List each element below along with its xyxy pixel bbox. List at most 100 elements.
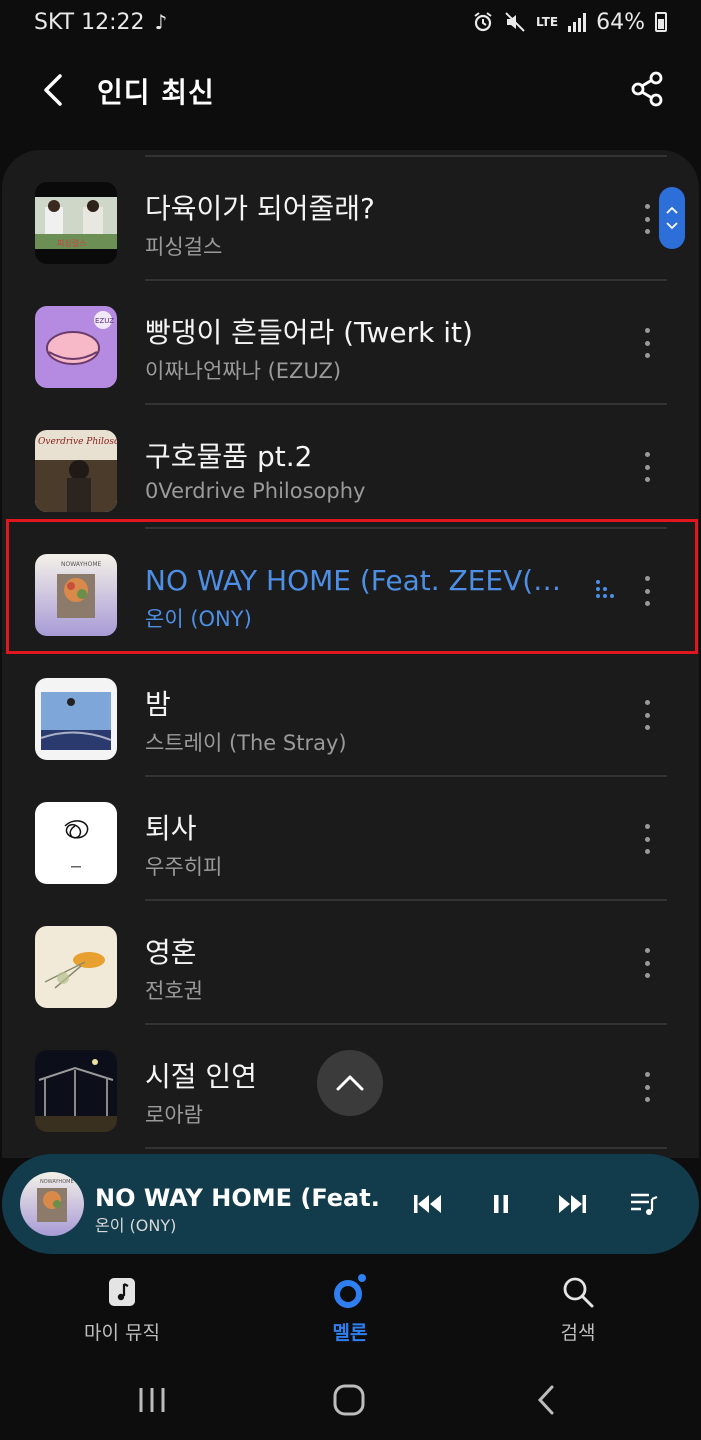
song-title: 다육이가 되어줄래?: [145, 192, 375, 225]
status-right: LTE 64%: [472, 10, 667, 35]
tab-my-music[interactable]: 마이 뮤직: [52, 1272, 192, 1352]
system-back-button[interactable]: [526, 1380, 566, 1420]
mini-player[interactable]: NOWAYHOME NO WAY HOME (Feat. ZEEV(지 온이 (…: [2, 1154, 699, 1254]
song-list[interactable]: 피싱걸스 다육이가 되어줄래? 피싱걸스 EZUZ 빵댕이 흔들어라 (Twer…: [2, 150, 699, 1158]
playlist-icon: [631, 1193, 658, 1215]
song-row-now-playing[interactable]: NOWAYHOME NO WAY HOME (Feat. ZEEV(지... 온…: [2, 527, 699, 651]
divider: [145, 651, 667, 653]
album-art: [35, 678, 117, 760]
song-title: 밤: [145, 688, 171, 721]
back-icon: [537, 1385, 554, 1415]
pause-button[interactable]: [483, 1186, 519, 1222]
home-icon: [333, 1384, 365, 1416]
home-button[interactable]: [329, 1380, 369, 1420]
song-artist: 스트레이 (The Stray): [145, 731, 347, 755]
album-art-text: NOWAYHOME: [40, 1179, 74, 1185]
lte-label: LTE: [536, 15, 559, 29]
song-artist: 0Verdrive Philosophy: [145, 479, 366, 503]
divider: [145, 899, 667, 901]
album-art-text: NOWAYHOME: [61, 561, 102, 568]
tab-melon[interactable]: 멜론: [280, 1272, 420, 1352]
tab-label: 마이 뮤직: [84, 1322, 160, 1344]
skip-next-icon: [559, 1195, 586, 1213]
melon-icon: [330, 1272, 370, 1312]
tab-label: 멜론: [332, 1322, 368, 1344]
divider: [145, 1023, 667, 1025]
album-art-text: Overdrive Philosophy: [38, 437, 117, 447]
chevron-down-icon: [666, 222, 678, 230]
page-title: 인디 최신: [97, 76, 215, 109]
song-artist: 이짜나언짜나 (EZUZ): [145, 359, 342, 383]
more-options-button[interactable]: [635, 573, 659, 609]
carrier-time: SKT 12:22: [34, 9, 145, 35]
album-art: 피싱걸스: [35, 182, 117, 264]
more-options-button[interactable]: [635, 945, 659, 981]
divider: [145, 155, 667, 157]
song-row[interactable]: 밤 스트레이 (The Stray): [2, 651, 699, 775]
battery-icon: [655, 12, 667, 32]
now-playing-equalizer-icon: [596, 580, 614, 598]
more-options-button[interactable]: [635, 201, 659, 237]
album-art: [35, 926, 117, 1008]
mini-player-title: NO WAY HOME (Feat. ZEEV(지: [95, 1184, 378, 1212]
skip-previous-icon: [414, 1195, 441, 1213]
fast-scroll-handle[interactable]: [659, 187, 685, 249]
playlist-button[interactable]: [626, 1186, 662, 1222]
more-options-button[interactable]: [635, 449, 659, 485]
divider: [145, 403, 667, 405]
song-artist: 로아람: [145, 1103, 203, 1127]
signal-icon: [568, 12, 587, 32]
pause-icon: [494, 1195, 508, 1213]
song-row[interactable]: 피싱걸스 다육이가 되어줄래? 피싱걸스: [2, 155, 699, 279]
recent-apps-button[interactable]: [132, 1380, 172, 1420]
my-music-icon: [102, 1272, 142, 1312]
app-header: 인디 최신: [0, 44, 701, 134]
recent-apps-icon: [139, 1388, 165, 1412]
divider: [145, 1147, 667, 1149]
album-art-text: EZUZ: [95, 317, 114, 325]
chevron-left-icon: [44, 74, 62, 106]
alarm-icon: [474, 12, 492, 32]
search-icon: [558, 1272, 598, 1312]
mini-player-artist: 온이 (ONY): [95, 1216, 177, 1235]
chevron-up-icon: [666, 206, 678, 214]
scroll-to-top-button[interactable]: [317, 1050, 383, 1116]
next-button[interactable]: [554, 1186, 590, 1222]
more-options-button[interactable]: [635, 697, 659, 733]
previous-button[interactable]: [410, 1186, 446, 1222]
song-artist: 온이 (ONY): [145, 607, 252, 631]
song-title: 영혼: [145, 936, 197, 969]
album-art: Overdrive Philosophy: [35, 430, 117, 512]
song-row[interactable]: EZUZ 빵댕이 흔들어라 (Twerk it) 이짜나언짜나 (EZUZ): [2, 279, 699, 403]
song-title: 퇴사: [145, 812, 197, 845]
more-options-button[interactable]: [635, 821, 659, 857]
divider: [145, 279, 667, 281]
more-options-button[interactable]: [635, 1069, 659, 1105]
status-left: SKT 12:22 ♪: [34, 10, 167, 35]
mute-icon: [505, 12, 525, 32]
album-art: EZUZ: [35, 306, 117, 388]
music-note-icon: ♪: [154, 10, 168, 34]
divider: [145, 527, 667, 529]
divider: [145, 775, 667, 777]
tab-search[interactable]: 검색: [508, 1272, 648, 1352]
more-options-button[interactable]: [635, 325, 659, 361]
song-title: NO WAY HOME (Feat. ZEEV(지...: [145, 564, 575, 597]
song-row[interactable]: 퇴사 우주히피: [2, 775, 699, 899]
song-row[interactable]: Overdrive Philosophy 구호물품 pt.2 0Verdrive…: [2, 403, 699, 527]
battery-percent: 64%: [596, 9, 645, 35]
song-title: 구호물품 pt.2: [145, 440, 313, 473]
back-button[interactable]: [36, 68, 72, 112]
share-icon: [631, 71, 663, 107]
mini-player-album-art: NOWAYHOME: [20, 1172, 84, 1236]
song-title: 빵댕이 흔들어라 (Twerk it): [145, 316, 473, 349]
album-art-text: 피싱걸스: [57, 238, 86, 248]
share-button[interactable]: [626, 68, 668, 110]
song-artist: 전호권: [145, 979, 203, 1003]
album-art: NOWAYHOME: [35, 554, 117, 636]
bottom-navigation: 마이 뮤직 멜론 검색: [0, 1262, 701, 1362]
album-art: [35, 802, 117, 884]
song-row[interactable]: 영혼 전호권: [2, 899, 699, 1023]
chevron-up-icon: [336, 1075, 364, 1091]
tab-label: 검색: [560, 1322, 596, 1344]
